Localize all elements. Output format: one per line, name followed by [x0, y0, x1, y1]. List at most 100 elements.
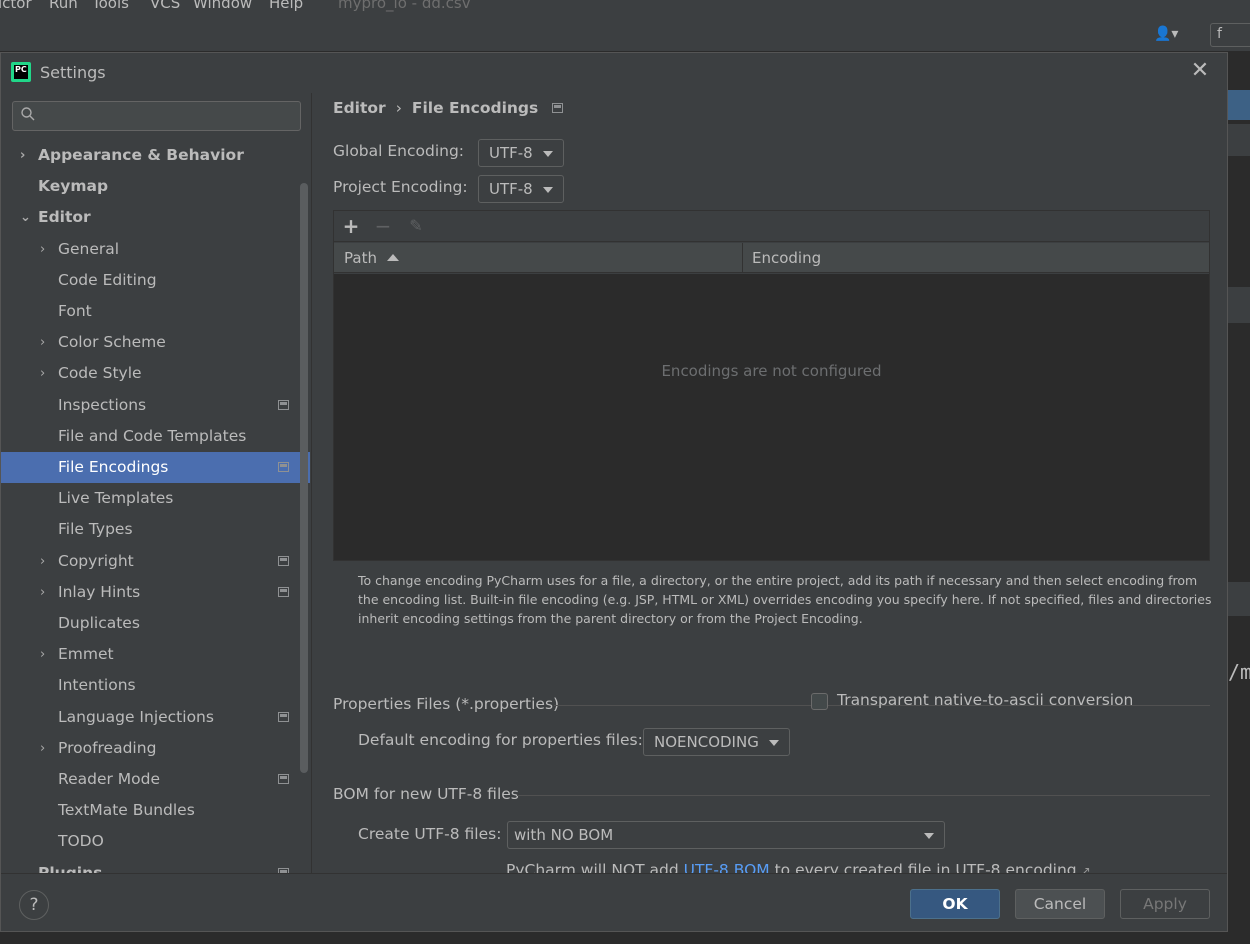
chevron-right-icon[interactable]: › — [20, 140, 32, 171]
chevron-right-icon[interactable]: › — [40, 327, 52, 358]
menu-run[interactable]: Run — [49, 0, 78, 12]
project-level-icon — [278, 586, 289, 597]
project-encoding-dropdown[interactable]: UTF-8 — [478, 175, 564, 203]
edit-icon[interactable]: ✎ — [405, 214, 427, 238]
menu-window[interactable]: Window — [193, 0, 252, 12]
column-path-label: Path — [344, 249, 377, 267]
settings-dialog: PC Settings ✕ › Appearance & Behavior Keym… — [0, 52, 1228, 932]
sidebar-item[interactable]: Duplicates — [1, 608, 310, 639]
ide-window-title: mypro_lo - dd.csv — [338, 0, 471, 12]
global-encoding-dropdown[interactable]: UTF-8 — [478, 139, 564, 167]
user-icon[interactable]: 👤▾ — [1154, 26, 1178, 42]
group-separator — [517, 795, 1210, 796]
close-icon[interactable]: ✕ — [1188, 59, 1212, 83]
chevron-right-icon[interactable]: › — [40, 577, 52, 608]
column-encoding-label: Encoding — [752, 249, 822, 267]
sidebar-item[interactable]: Inspections — [1, 390, 310, 421]
chevron-right-icon[interactable]: › — [40, 358, 52, 389]
remove-icon[interactable]: − — [372, 214, 394, 238]
global-encoding-value: UTF-8 — [489, 144, 533, 162]
ok-button[interactable]: OK — [910, 889, 1000, 919]
sidebar-item-label: TextMate Bundles — [58, 801, 195, 820]
table-empty-text: Encodings are not configured — [661, 362, 882, 380]
sidebar-item-label: Emmet — [58, 645, 114, 664]
sidebar-item-label: Copyright — [58, 551, 134, 570]
menu-vcs[interactable]: VCS — [150, 0, 180, 12]
table-body[interactable]: Encodings are not configured — [334, 274, 1209, 560]
sidebar-item[interactable]: Keymap — [1, 171, 310, 202]
project-encoding-value: UTF-8 — [489, 180, 533, 198]
properties-encoding-value: NOENCODING — [654, 733, 759, 751]
column-header-encoding[interactable]: Encoding — [744, 243, 1209, 273]
sidebar-item-label: File and Code Templates — [58, 426, 247, 445]
apply-button[interactable]: Apply — [1120, 889, 1210, 919]
sidebar-item[interactable]: › Code Style — [1, 358, 310, 389]
run-configuration-label: f — [1217, 26, 1222, 42]
menu-help[interactable]: Help — [269, 0, 303, 12]
sidebar-item-label: Live Templates — [58, 489, 174, 508]
column-header-path[interactable]: Path — [334, 243, 743, 273]
global-encoding-label: Global Encoding: — [333, 142, 465, 160]
add-icon[interactable]: + — [340, 214, 362, 238]
project-level-icon — [278, 462, 289, 472]
sidebar-item[interactable]: › Emmet — [1, 639, 310, 670]
run-configuration-selector[interactable]: f — [1210, 23, 1250, 47]
transparent-conversion-label[interactable]: Transparent native-to-ascii conversion — [837, 691, 1133, 709]
chevron-right-icon[interactable]: › — [40, 546, 52, 577]
sidebar-item[interactable]: › Copyright — [1, 546, 310, 577]
chevron-down-icon[interactable]: ⌄ — [20, 202, 32, 233]
sidebar-item-label: Keymap — [38, 177, 109, 196]
chevron-down-icon — [924, 833, 934, 839]
sidebar-item[interactable]: Reader Mode — [1, 764, 310, 795]
properties-default-encoding-label: Default encoding for properties files: — [358, 731, 643, 749]
ide-band — [1228, 124, 1250, 156]
sidebar-item[interactable]: TextMate Bundles — [1, 795, 310, 826]
properties-encoding-dropdown[interactable]: NOENCODING — [643, 728, 790, 756]
sidebar-item[interactable]: File Types — [1, 514, 310, 545]
sidebar-item[interactable]: › General — [1, 234, 310, 265]
sidebar-item[interactable]: › Color Scheme — [1, 327, 310, 358]
settings-sidebar: › Appearance & Behavior Keymap ⌄ Editor › Gene… — [1, 93, 310, 873]
create-utf8-dropdown[interactable]: with NO BOM — [507, 821, 945, 849]
sidebar-item[interactable]: Code Editing — [1, 265, 310, 296]
chevron-right-icon[interactable]: › — [40, 733, 52, 764]
chevron-right-icon[interactable]: › — [40, 639, 52, 670]
sidebar-item-label: Plugins — [38, 863, 103, 873]
sidebar-item[interactable]: Plugins — [1, 858, 310, 873]
sidebar-item-label: Intentions — [58, 676, 136, 695]
sidebar-item[interactable]: › Inlay Hints — [1, 577, 310, 608]
menu-refactor[interactable]: ictor — [0, 0, 32, 12]
transparent-conversion-checkbox[interactable] — [811, 693, 828, 710]
settings-search-field[interactable] — [12, 101, 301, 131]
ide-band — [1228, 582, 1250, 616]
menu-tools[interactable]: Tools — [92, 0, 129, 12]
sidebar-item-label: Appearance & Behavior — [38, 146, 244, 164]
sidebar-item[interactable]: Intentions — [1, 670, 310, 701]
sidebar-item[interactable]: › Appearance & Behavior — [1, 140, 310, 171]
sidebar-item[interactable]: File Encodings — [1, 452, 310, 483]
sidebar-item[interactable]: Live Templates — [1, 483, 310, 514]
breadcrumb-separator: › — [395, 99, 402, 117]
dialog-title: Settings — [40, 63, 106, 82]
create-utf8-label: Create UTF-8 files: — [358, 825, 502, 843]
sidebar-item-label: File Encodings — [58, 458, 169, 476]
sidebar-item[interactable]: File and Code Templates — [1, 421, 310, 452]
breadcrumb: Editor › File Encodings — [333, 99, 564, 117]
breadcrumb-parent[interactable]: Editor — [333, 99, 386, 117]
table-toolbar: + − ✎ — [334, 211, 1209, 242]
help-button[interactable]: ? — [19, 890, 49, 920]
sidebar-item[interactable]: ⌄ Editor — [1, 202, 310, 233]
sidebar-item[interactable]: TODO — [1, 826, 310, 857]
search-input[interactable] — [45, 105, 295, 127]
chevron-right-icon[interactable]: › — [40, 234, 52, 265]
sidebar-item-label: Color Scheme — [58, 333, 166, 352]
sidebar-item[interactable]: › Proofreading — [1, 733, 310, 764]
ide-selected-tab — [1228, 90, 1250, 120]
sidebar-item[interactable]: Font — [1, 296, 310, 327]
bom-group-title: BOM for new UTF-8 files — [333, 785, 519, 803]
sidebar-scrollbar[interactable] — [300, 183, 308, 773]
sidebar-item[interactable]: Language Injections — [1, 702, 310, 733]
table-header: Path Encoding — [334, 243, 1209, 273]
project-level-icon — [278, 555, 289, 566]
cancel-button[interactable]: Cancel — [1015, 889, 1105, 919]
